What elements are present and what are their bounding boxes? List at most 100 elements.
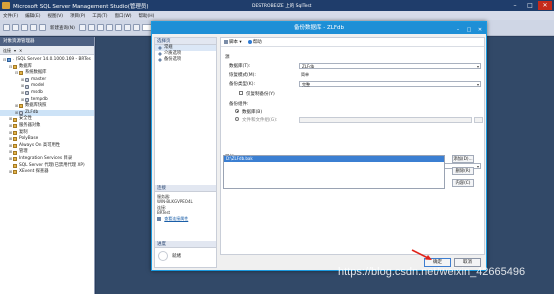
backup-type-value: 完整: [302, 81, 310, 87]
new-file-icon[interactable]: [21, 24, 28, 31]
tree-node-label: 服务器对象: [19, 122, 41, 128]
tree-node[interactable]: ⊞ PolyBase: [0, 136, 94, 143]
app-title: Microsoft SQL Server Management Studio(管…: [13, 3, 149, 10]
tree-node[interactable]: ⊟. (SQL Server 14.0.1000.169 - BRTes: [0, 57, 94, 64]
tree-node[interactable]: ⊞ 管理: [0, 149, 94, 156]
destination-list[interactable]: D:\ZLFdb.bak: [223, 155, 445, 189]
folder-icon: [13, 144, 17, 149]
forward-icon[interactable]: [12, 24, 19, 31]
disconnect-icon[interactable]: ✕: [19, 46, 22, 54]
folder-icon: [13, 64, 17, 69]
page-icon: [158, 52, 162, 56]
server-icon: [7, 58, 11, 63]
tree-node[interactable]: ⊞ 服务器对象: [0, 123, 94, 130]
backup-type-select[interactable]: 完整 ▾: [299, 80, 481, 87]
script-icon: [224, 39, 228, 44]
folder-icon: [13, 124, 17, 129]
save-icon[interactable]: [39, 24, 46, 31]
tree-node[interactable]: ⊞ 数据库快照: [0, 103, 94, 110]
script-button[interactable]: 脚本 ▾: [224, 39, 242, 45]
connect-dropdown-icon[interactable]: ▾: [14, 46, 16, 54]
recovery-model-value: 简单: [301, 71, 309, 77]
backup-component-label: 备份组件:: [229, 101, 249, 107]
backup-type-row: 备份类型(K): 完整 ▾: [229, 80, 481, 87]
object-explorer: 对象资源管理器 连接 ▾ ✕ ⊟. (SQL Server 14.0.1000.…: [0, 37, 95, 294]
tree-node[interactable]: ⊞ 安全性: [0, 116, 94, 123]
tree-node[interactable]: ⊞ tempdb: [0, 97, 94, 104]
folder-icon: [13, 170, 17, 175]
menu-item[interactable]: 工具(T): [92, 13, 107, 19]
dialog-minimize-button[interactable]: –: [454, 24, 462, 36]
menu-item[interactable]: 窗口(W): [115, 13, 132, 19]
redo-icon[interactable]: [132, 24, 140, 31]
db-icon: [25, 78, 29, 83]
folder-icon: [13, 163, 17, 168]
copy-only-label: 仅复制备份(Y): [246, 91, 275, 97]
recovery-model-row: 恢复模式(M): 简单: [229, 71, 481, 78]
close-button[interactable]: ✕: [538, 1, 552, 10]
tree-node[interactable]: ⊟ 数据库: [0, 64, 94, 71]
menu-item[interactable]: 项目(P): [70, 13, 85, 19]
database-row: 数据库(T): ZLFdb ▾: [229, 62, 481, 69]
mdx-query-icon[interactable]: [78, 24, 86, 31]
folder-icon: [13, 117, 17, 122]
maximize-button[interactable]: □: [523, 1, 537, 10]
general-page-content: 脚本 ▾ 帮助 源 数据库(T): ZLFdb ▾ 恢复模式(M): 简单 备份类…: [220, 37, 485, 255]
tree-node[interactable]: ⊞ Always On 高可用性: [0, 143, 94, 150]
script-label: 脚本: [229, 40, 238, 45]
add-destination-button[interactable]: 添加(D)...: [452, 155, 474, 163]
folder-icon: [19, 104, 23, 109]
remove-destination-button[interactable]: 删除(R): [452, 167, 474, 175]
tree-node-label: 管理: [19, 149, 28, 155]
chevron-down-icon: ▾: [476, 63, 479, 69]
minimize-button[interactable]: –: [508, 1, 522, 10]
tree-node[interactable]: ⊞ master: [0, 77, 94, 84]
tree-node[interactable]: ⊞ XEvent 探查器: [0, 169, 94, 176]
paste-icon[interactable]: [114, 24, 122, 31]
tree-node[interactable]: ⊞ model: [0, 83, 94, 90]
connect-button[interactable]: 连接: [3, 46, 11, 54]
contents-button[interactable]: 内容(C): [452, 179, 474, 187]
dialog-close-button[interactable]: ✕: [476, 24, 484, 36]
menu-item[interactable]: 帮助(H): [139, 13, 155, 19]
tree-node[interactable]: ⊞ msdb: [0, 90, 94, 97]
progress-spinner-icon: [158, 251, 168, 261]
database-select[interactable]: ZLFdb ▾: [299, 62, 481, 69]
page-backup-options[interactable]: 备份选项: [155, 57, 216, 63]
undo-icon[interactable]: [123, 24, 131, 31]
page-backup-options-label: 备份选项: [164, 57, 182, 62]
dmx-query-icon[interactable]: [87, 24, 95, 31]
back-icon[interactable]: [3, 24, 10, 31]
tree-node[interactable]: ⊞ 复制: [0, 130, 94, 137]
copy-only-checkbox[interactable]: 仅复制备份(Y): [239, 91, 275, 97]
browse-files-button: [474, 116, 483, 123]
open-icon[interactable]: [30, 24, 37, 31]
tree-node-label: msdb: [31, 89, 43, 95]
connection-header: 连接: [155, 185, 216, 192]
page-icon: [158, 46, 162, 50]
progress-status-text: 就绪: [172, 254, 181, 259]
new-query-button[interactable]: 新建查询(N): [48, 25, 77, 31]
component-files-radio[interactable]: 文件和文件组(G):: [235, 117, 305, 123]
tree-node[interactable]: ⊞ Integration Services 目录: [0, 156, 94, 163]
files-filegroups-field: [299, 116, 472, 123]
cut-icon[interactable]: [96, 24, 104, 31]
tree-node[interactable]: ⊟ 系统数据库: [0, 70, 94, 77]
help-button[interactable]: 帮助: [247, 39, 262, 45]
tree-node-label: . (SQL Server 14.0.1000.169 - BRTes: [13, 57, 91, 62]
component-database-radio[interactable]: 数据库(B): [235, 109, 262, 115]
folder-icon: [13, 157, 17, 162]
menu-item[interactable]: 文件(F): [3, 13, 18, 19]
destination-item[interactable]: D:\ZLFdb.bak: [224, 156, 444, 162]
select-page-header: 选择页: [155, 38, 216, 45]
watermark: https://blog.csdn.net/weixin_42665496: [338, 266, 526, 278]
copy-icon[interactable]: [105, 24, 113, 31]
component-files-label: 文件和文件组(G):: [242, 117, 278, 123]
object-explorer-tree: ⊟. (SQL Server 14.0.1000.169 - BRTes ⊟ 数据库…: [0, 55, 94, 176]
menu-item[interactable]: 视图(V): [47, 13, 63, 19]
tree-node[interactable]: ⊞ ZLFdb: [0, 109, 94, 117]
menu-item[interactable]: 编辑(E): [25, 13, 40, 19]
view-connection-properties-link[interactable]: 查看连接属性: [164, 216, 188, 221]
chevron-down-icon: ▾: [476, 163, 479, 169]
dialog-maximize-button[interactable]: □: [465, 24, 473, 36]
